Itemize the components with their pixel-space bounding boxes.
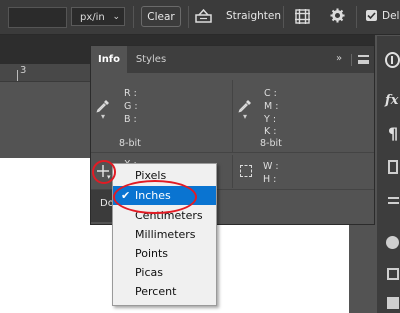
divider bbox=[133, 6, 134, 28]
eyedropper-icon[interactable] bbox=[96, 99, 110, 113]
width-label: W : bbox=[263, 161, 279, 172]
tab-info[interactable]: Info bbox=[91, 46, 127, 73]
menu-item-percent[interactable]: Percent bbox=[113, 282, 216, 301]
rgb-g-label: G : bbox=[124, 101, 138, 112]
height-label: H : bbox=[263, 174, 277, 185]
eyedropper-menu-arrow[interactable]: ▾ bbox=[101, 112, 105, 121]
rgb-r-label: R : bbox=[124, 88, 137, 99]
menu-item-picas[interactable]: Picas bbox=[113, 263, 216, 282]
info-icon-glyph bbox=[391, 56, 393, 64]
divider bbox=[188, 6, 189, 28]
cmyk-c-label: C : bbox=[264, 88, 277, 99]
selection-size-icon bbox=[240, 165, 252, 177]
cmyk-bit-depth: 8-bit bbox=[260, 138, 282, 149]
align-icon[interactable] bbox=[388, 197, 399, 204]
ruler-tick bbox=[17, 70, 18, 81]
divider bbox=[351, 54, 352, 66]
rgb-bit-depth: 8-bit bbox=[119, 138, 141, 149]
rgb-b-label: B : bbox=[124, 114, 137, 125]
delete-cropped-label[interactable]: Dele bbox=[382, 10, 400, 22]
menu-item-millimeters[interactable]: Millimeters bbox=[113, 225, 216, 244]
menu-item-label: Points bbox=[135, 247, 169, 260]
paragraph-icon[interactable]: ¶ bbox=[388, 124, 398, 143]
straighten-button-label[interactable]: Straighten bbox=[226, 10, 281, 22]
ruler-mark: 3 bbox=[20, 65, 27, 76]
straighten-icon[interactable] bbox=[195, 9, 212, 23]
divider bbox=[232, 80, 233, 152]
collapse-panel-icon[interactable]: » bbox=[336, 53, 342, 64]
unit-select-value: px/in bbox=[80, 12, 105, 23]
divider bbox=[356, 6, 357, 28]
properties-icon[interactable] bbox=[387, 268, 399, 280]
divider bbox=[232, 155, 233, 188]
gear-icon[interactable] bbox=[330, 8, 345, 23]
panel-menu-icon[interactable] bbox=[358, 55, 369, 64]
layers-icon[interactable] bbox=[388, 160, 398, 174]
delete-cropped-checkbox[interactable] bbox=[366, 10, 377, 21]
swatches-icon[interactable] bbox=[387, 297, 399, 309]
fx-icon[interactable]: fx bbox=[385, 93, 398, 108]
grid-overlay-icon[interactable] bbox=[294, 8, 311, 25]
cmyk-m-label: M : bbox=[264, 101, 279, 112]
divider bbox=[91, 152, 374, 153]
tab-styles[interactable]: Styles bbox=[131, 46, 171, 73]
chevron-down-icon: ⌄ bbox=[112, 12, 120, 22]
menu-item-label: Picas bbox=[135, 266, 163, 279]
unit-select[interactable]: px/in ⌄ bbox=[71, 7, 125, 26]
divider bbox=[283, 6, 284, 28]
resolution-input[interactable] bbox=[8, 7, 67, 28]
adjustments-icon[interactable] bbox=[386, 236, 399, 249]
annotation-circle bbox=[92, 160, 116, 184]
menu-item-label: Percent bbox=[135, 285, 177, 298]
clear-button[interactable]: Clear bbox=[141, 6, 181, 27]
annotation-ellipse bbox=[113, 180, 197, 214]
menu-item-points[interactable]: Points bbox=[113, 244, 216, 263]
eyedropper-icon[interactable] bbox=[238, 99, 252, 113]
eyedropper-menu-arrow[interactable]: ▾ bbox=[243, 112, 247, 121]
menu-item-label: Millimeters bbox=[135, 228, 196, 241]
